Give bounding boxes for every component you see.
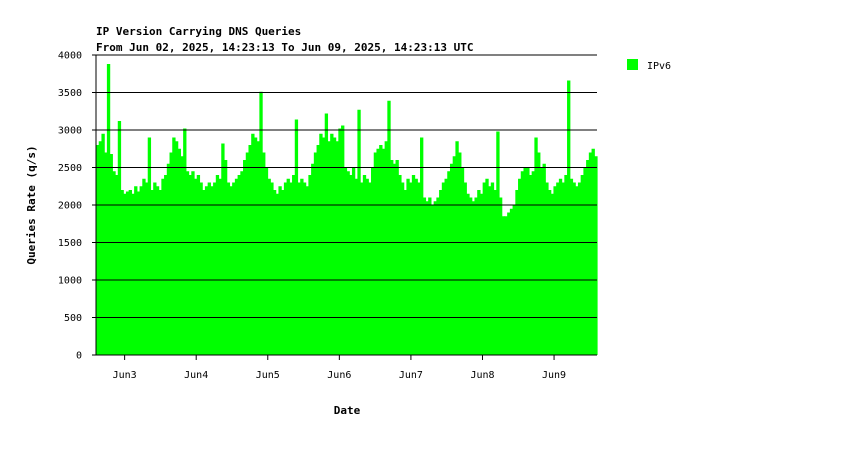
chart-title: IP Version Carrying DNS Queries: [96, 25, 301, 38]
y-tick-label: 3000: [58, 126, 82, 137]
x-tick-label: Jun5: [256, 370, 280, 381]
y-tick-label: 500: [64, 313, 82, 324]
y-tick-label: 3500: [58, 88, 82, 99]
y-tick-label: 1000: [58, 276, 82, 287]
x-tick-label: Jun6: [327, 370, 351, 381]
x-tick-label: Jun8: [470, 370, 494, 381]
legend-label: IPv6: [647, 61, 671, 72]
y-axis-ticks: 0 500 1000 1500 2000 2500 3000 3500 4000: [58, 51, 96, 362]
x-axis-ticks: Jun3 Jun4 Jun5 Jun6 Jun7 Jun8 Jun9: [113, 355, 566, 381]
x-tick-label: Jun9: [542, 370, 566, 381]
chart-subtitle: From Jun 02, 2025, 14:23:13 To Jun 09, 2…: [96, 41, 474, 54]
x-tick-label: Jun4: [184, 370, 208, 381]
y-tick-label: 4000: [58, 51, 82, 62]
chart: IP Version Carrying DNS Queries From Jun…: [25, 25, 671, 417]
y-tick-label: 2500: [58, 163, 82, 174]
legend: IPv6: [627, 59, 671, 72]
bar-series: [96, 64, 598, 355]
x-tick-label: Jun7: [399, 370, 423, 381]
y-tick-label: 1500: [58, 238, 82, 249]
y-tick-label: 0: [76, 351, 82, 362]
y-axis-label: Queries Rate (q/s): [25, 145, 38, 264]
bar: [594, 156, 598, 355]
x-tick-label: Jun3: [113, 370, 137, 381]
x-axis-label: Date: [334, 404, 361, 417]
y-tick-label: 2000: [58, 201, 82, 212]
legend-swatch: [627, 59, 638, 70]
